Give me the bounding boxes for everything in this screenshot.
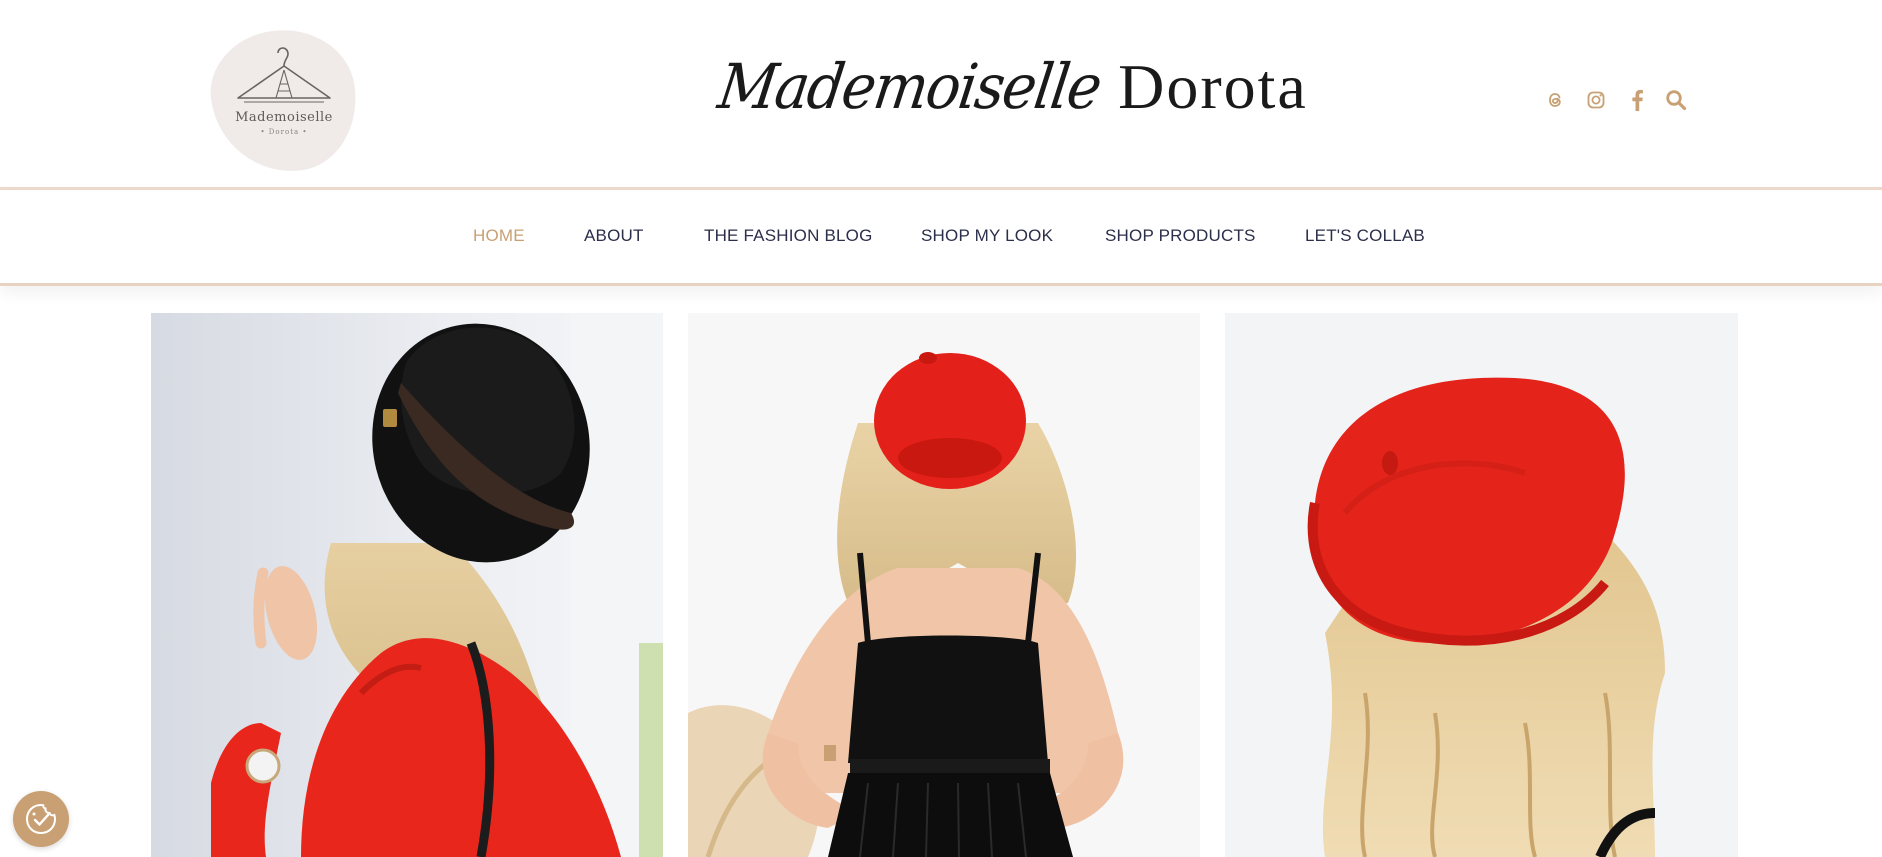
gallery-image-black-hat[interactable]	[151, 313, 663, 857]
nav-item-shop-products[interactable]: SHOP PRODUCTS	[1105, 226, 1256, 246]
logo-name: Mademoiselle	[235, 110, 333, 125]
nav-item-about[interactable]: ABOUT	[584, 226, 644, 246]
nav-item-home[interactable]: HOME	[473, 226, 525, 246]
hanger-icon	[237, 47, 331, 103]
logo-subtitle: • Dorota •	[260, 128, 308, 136]
site-title[interactable]: Mademoiselle Dorota	[714, 50, 1308, 140]
search-icon[interactable]	[1664, 88, 1688, 112]
instagram-icon[interactable]	[1584, 88, 1608, 112]
facebook-icon[interactable]	[1625, 88, 1649, 112]
main-navigation: HOME ABOUT THE FASHION BLOG SHOP MY LOOK…	[0, 187, 1882, 286]
nav-item-lets-collab[interactable]: LET'S COLLAB	[1305, 226, 1425, 246]
site-title-script: Mademoiselle	[714, 50, 1105, 123]
gallery-image-red-beret-back[interactable]	[688, 313, 1200, 857]
cookie-consent-button[interactable]	[13, 791, 69, 847]
site-header: Mademoiselle • Dorota • Mademoiselle Dor…	[0, 0, 1882, 187]
nav-item-shop-my-look[interactable]: SHOP MY LOOK	[921, 226, 1053, 246]
cookie-consent-icon	[25, 803, 57, 835]
gallery-image-red-beret-closeup[interactable]	[1225, 313, 1738, 857]
site-title-roman: Dorota	[1118, 51, 1308, 122]
nav-item-fashion-blog[interactable]: THE FASHION BLOG	[704, 226, 873, 246]
site-logo[interactable]: Mademoiselle • Dorota •	[202, 20, 366, 182]
threads-icon[interactable]	[1543, 88, 1567, 112]
